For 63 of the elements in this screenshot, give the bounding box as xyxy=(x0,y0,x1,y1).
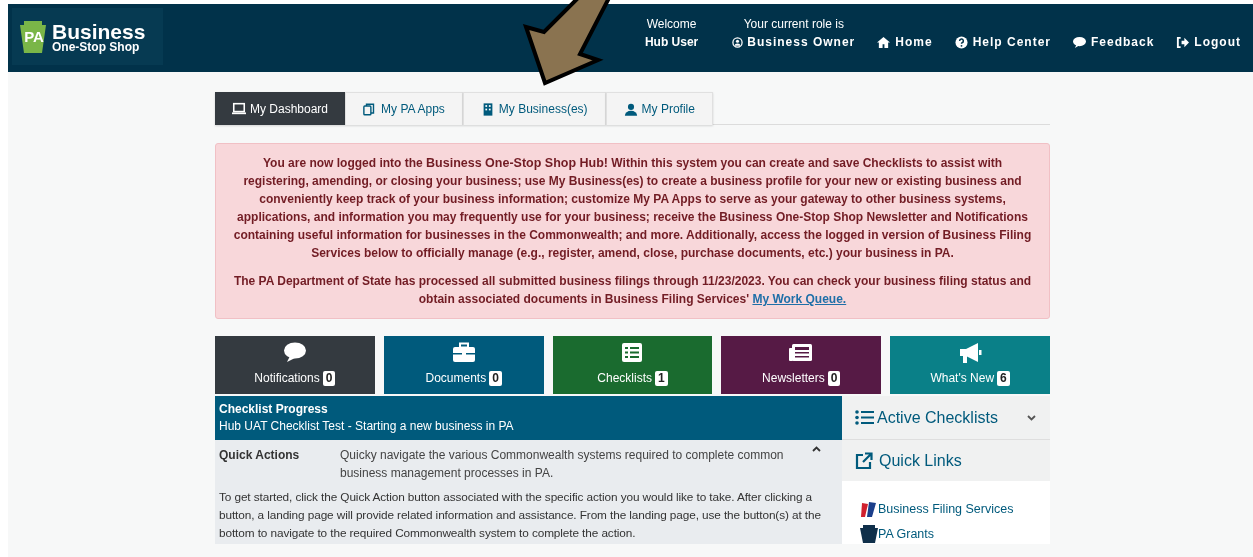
tab[interactable]: My PA Apps xyxy=(345,92,463,125)
laptop-icon xyxy=(232,102,246,115)
checklist-progress-title: Checklist Progress xyxy=(219,401,329,418)
quick-link[interactable]: PA Grants xyxy=(860,524,1050,544)
external-link-icon xyxy=(855,451,873,470)
user-circle-icon xyxy=(732,36,744,48)
user-icon xyxy=(623,102,638,116)
alert-paragraph: The PA Department of State has processed all submitted business filings through 11/23/2023. You can check your business filing status and obtain associated documents in Business Filing Services' My Work Queue. xyxy=(232,273,1033,308)
active-checklists-header[interactable]: Active Checklists xyxy=(842,396,1050,440)
tile-label: Documents xyxy=(425,370,487,387)
logo-title: Business xyxy=(52,20,146,42)
work-queue-link[interactable]: My Work Queue. xyxy=(752,292,847,306)
briefcase-icon xyxy=(451,342,476,363)
tab[interactable]: My Business(es) xyxy=(462,92,606,125)
home-icon xyxy=(877,35,891,49)
role-label: Your current role is xyxy=(743,16,844,33)
quick-actions-summary: Quicky navigate the various Commonwealth systems required to complete common business management processes in PA. xyxy=(340,447,785,482)
collapse-caret-icon[interactable] xyxy=(812,446,821,452)
quick-actions-description: To get started, click the Quick Action button associated with the specific action you would like to take. After clicking a button, a landing page will provide related information and assistance. From the landing page, use the button(s) at the bottom to navigate to the required Commonwealth system to complete the action. xyxy=(219,489,822,542)
quick-links-header[interactable]: Quick Links xyxy=(842,440,1050,481)
quick-links-title: Quick Links xyxy=(879,450,962,471)
count-badge: 0 xyxy=(827,370,841,386)
dashboard-tile[interactable]: Notifications 0 xyxy=(215,336,375,394)
tab[interactable]: My Dashboard xyxy=(215,92,346,125)
dashboard-tile[interactable]: What's New 6 xyxy=(890,336,1050,394)
keystone-icon xyxy=(860,525,878,543)
newspaper-icon xyxy=(789,342,814,363)
nav-link[interactable]: Feedback xyxy=(1073,33,1155,51)
list-icon xyxy=(620,342,645,363)
expand-caret-icon[interactable] xyxy=(1027,414,1036,421)
alert-paragraph: You are now logged into the Business One-Stop Shop Hub! Within this system you can create and save Checklists to assist with registering, amending, or closing your business; use My Business(es) to create a business profile for your new or existing business and conveniently keep track of your business information; customize My PA Apps to serve as your gateway to other business systems, applications, and information you may frequently use for your business; receive the Business One-Stop Shop Newsletter and Notifications containing useful information for businesses in the Commonwealth; and more. Additionally, access the logged in version of Business Filing Services below to officially manage (e.g., register, amend, close, purchase documents, etc.) your business in PA. xyxy=(232,155,1033,262)
tab[interactable]: My Profile xyxy=(605,92,713,125)
speech-bubble-icon xyxy=(282,342,307,363)
active-checklists-title: Active Checklists xyxy=(877,407,999,428)
count-badge: 6 xyxy=(997,370,1010,386)
nav-link[interactable]: Help Center xyxy=(954,33,1051,51)
tile-label: Notifications xyxy=(254,370,320,387)
tile-label: What's New xyxy=(930,370,995,387)
nav-link[interactable]: Home xyxy=(877,33,933,51)
logo-subtitle: One-Stop Shop xyxy=(52,40,141,53)
logo-badge-text: PA xyxy=(23,29,45,44)
role-value: Business Owner xyxy=(747,34,856,51)
logout-icon xyxy=(1176,35,1190,49)
count-badge: 1 xyxy=(655,370,668,386)
help-icon xyxy=(954,35,968,49)
user-name: Hub User xyxy=(644,34,699,51)
checklist-name: Hub UAT Checklist Test - Starting a new business in PA xyxy=(219,418,515,435)
quick-link[interactable]: Business Filing Services xyxy=(860,499,1050,519)
nav-link[interactable]: Logout xyxy=(1176,33,1241,51)
count-badge: 0 xyxy=(489,370,502,386)
tile-label: Checklists xyxy=(597,370,652,387)
speech-bubble-icon xyxy=(1073,35,1086,49)
welcome-label: Welcome xyxy=(646,16,697,33)
dashboard-tile[interactable]: Checklists 1 xyxy=(552,336,713,394)
dashboard-tile[interactable]: Documents 0 xyxy=(383,336,544,394)
count-badge: 0 xyxy=(322,370,336,386)
flag-emblem-icon xyxy=(860,501,878,517)
list-icon xyxy=(855,410,874,425)
quick-actions-title: Quick Actions xyxy=(219,447,301,464)
tile-label: Newsletters xyxy=(762,370,825,387)
keystone-icon xyxy=(20,20,46,53)
megaphone-icon xyxy=(958,342,983,363)
dashboard-tile[interactable]: Newsletters 0 xyxy=(721,336,882,394)
